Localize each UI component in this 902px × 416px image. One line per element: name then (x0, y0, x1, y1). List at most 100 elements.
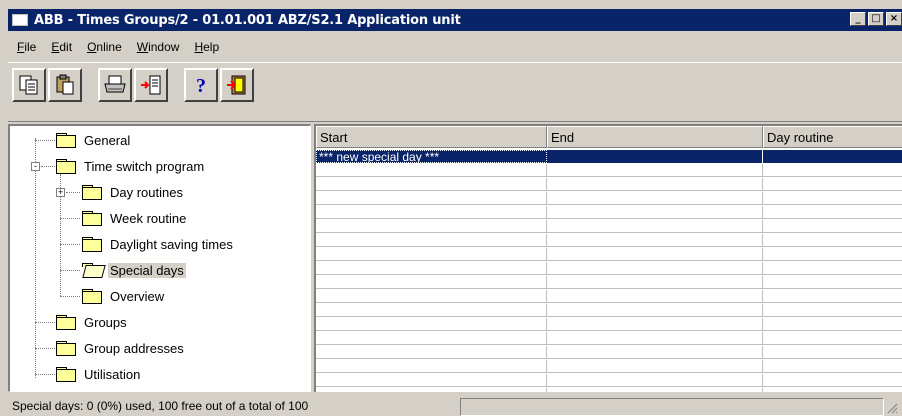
table-cell-empty[interactable] (316, 178, 547, 191)
table-cell-empty[interactable] (547, 234, 763, 247)
table-cell-empty[interactable] (763, 178, 902, 191)
table-cell-empty[interactable] (763, 332, 902, 345)
table-cell-empty[interactable] (316, 346, 547, 359)
tree-item-time-switch-program[interactable]: Time switch program (56, 156, 206, 176)
table-cell-empty[interactable] (316, 262, 547, 275)
table-row-empty[interactable] (316, 388, 902, 392)
expand-icon[interactable]: + (56, 188, 65, 197)
tree-item-special-days[interactable]: Special days (82, 260, 186, 280)
table-cell-empty[interactable] (547, 248, 763, 261)
table-cell-empty[interactable] (547, 262, 763, 275)
table-row[interactable]: *** new special day *** (316, 150, 902, 163)
table-cell-empty[interactable] (763, 220, 902, 233)
table-cell-empty[interactable] (763, 290, 902, 303)
table-row-empty[interactable] (316, 318, 902, 331)
table-cell-empty[interactable] (316, 220, 547, 233)
table-row-empty[interactable] (316, 290, 902, 303)
table-cell-empty[interactable] (763, 318, 902, 331)
paste-button[interactable] (48, 68, 82, 102)
special-days-table[interactable]: Start End Day routine *** new special da… (314, 124, 902, 392)
table-row-empty[interactable] (316, 206, 902, 219)
column-header-start[interactable]: Start (316, 126, 547, 148)
table-cell-empty[interactable] (316, 374, 547, 387)
table-row-empty[interactable] (316, 360, 902, 373)
table-row-empty[interactable] (316, 262, 902, 275)
table-cell-empty[interactable] (547, 206, 763, 219)
table-cell-empty[interactable] (763, 192, 902, 205)
table-cell-empty[interactable] (547, 164, 763, 177)
table-cell-empty[interactable] (547, 318, 763, 331)
maximize-button[interactable]: □ (868, 12, 884, 26)
tree-item-general[interactable]: General (56, 130, 132, 150)
table-cell-empty[interactable] (547, 332, 763, 345)
table-row-empty[interactable] (316, 164, 902, 177)
table-row-empty[interactable] (316, 276, 902, 289)
menu-window[interactable]: Window (128, 40, 186, 54)
table-row-empty[interactable] (316, 220, 902, 233)
table-cell-empty[interactable] (763, 360, 902, 373)
import-button[interactable] (134, 68, 168, 102)
navigation-tree[interactable]: General - Time switch program + Day rout… (8, 124, 311, 392)
table-cell-empty[interactable] (763, 262, 902, 275)
table-cell-empty[interactable] (763, 206, 902, 219)
cell-day-routine[interactable] (763, 150, 902, 163)
table-cell-empty[interactable] (316, 318, 547, 331)
table-cell-empty[interactable] (316, 192, 547, 205)
cell-start[interactable]: *** new special day *** (316, 150, 547, 163)
help-button[interactable]: ? (184, 68, 218, 102)
table-cell-empty[interactable] (316, 388, 547, 392)
table-cell-empty[interactable] (763, 248, 902, 261)
table-cell-empty[interactable] (316, 290, 547, 303)
table-cell-empty[interactable] (763, 304, 902, 317)
table-cell-empty[interactable] (316, 360, 547, 373)
table-row-empty[interactable] (316, 374, 902, 387)
minimize-button[interactable]: _ (850, 12, 866, 26)
table-cell-empty[interactable] (763, 234, 902, 247)
table-row-empty[interactable] (316, 248, 902, 261)
tree-item-week-routine[interactable]: Week routine (82, 208, 188, 228)
table-cell-empty[interactable] (763, 346, 902, 359)
table-cell-empty[interactable] (316, 332, 547, 345)
table-cell-empty[interactable] (547, 220, 763, 233)
table-row-empty[interactable] (316, 304, 902, 317)
table-cell-empty[interactable] (763, 164, 902, 177)
menu-online[interactable]: Online (78, 40, 128, 54)
column-header-end[interactable]: End (547, 126, 763, 148)
tree-item-day-routines[interactable]: Day routines (82, 182, 185, 202)
menu-file[interactable]: File (8, 40, 42, 54)
table-cell-empty[interactable] (763, 374, 902, 387)
table-cell-empty[interactable] (316, 164, 547, 177)
resize-grip-icon[interactable] (886, 402, 898, 414)
tree-item-group-addresses[interactable]: Group addresses (56, 338, 186, 358)
tree-item-overview[interactable]: Overview (82, 286, 166, 306)
title-bar[interactable]: ABB - Times Groups/2 - 01.01.001 ABZ/S2.… (8, 9, 902, 31)
table-cell-empty[interactable] (547, 192, 763, 205)
table-row-empty[interactable] (316, 192, 902, 205)
copy-button[interactable] (12, 68, 46, 102)
close-button[interactable]: × (886, 12, 902, 26)
table-row-empty[interactable] (316, 178, 902, 191)
menu-help[interactable]: Help (185, 40, 225, 54)
table-row-empty[interactable] (316, 332, 902, 345)
table-cell-empty[interactable] (763, 388, 902, 392)
table-cell-empty[interactable] (316, 206, 547, 219)
tree-item-groups[interactable]: Groups (56, 312, 129, 332)
menu-edit[interactable]: Edit (42, 40, 78, 54)
table-cell-empty[interactable] (316, 248, 547, 261)
table-cell-empty[interactable] (547, 304, 763, 317)
table-cell-empty[interactable] (547, 360, 763, 373)
table-cell-empty[interactable] (547, 290, 763, 303)
tree-item-daylight-saving-times[interactable]: Daylight saving times (82, 234, 235, 254)
exit-button[interactable] (220, 68, 254, 102)
table-cell-empty[interactable] (547, 374, 763, 387)
table-cell-empty[interactable] (763, 276, 902, 289)
print-button[interactable] (98, 68, 132, 102)
collapse-icon[interactable]: - (31, 162, 40, 171)
table-cell-empty[interactable] (547, 276, 763, 289)
table-cell-empty[interactable] (316, 304, 547, 317)
table-cell-empty[interactable] (547, 388, 763, 392)
cell-end[interactable] (547, 150, 763, 163)
table-cell-empty[interactable] (547, 178, 763, 191)
column-header-day-routine[interactable]: Day routine (763, 126, 902, 148)
table-cell-empty[interactable] (316, 276, 547, 289)
